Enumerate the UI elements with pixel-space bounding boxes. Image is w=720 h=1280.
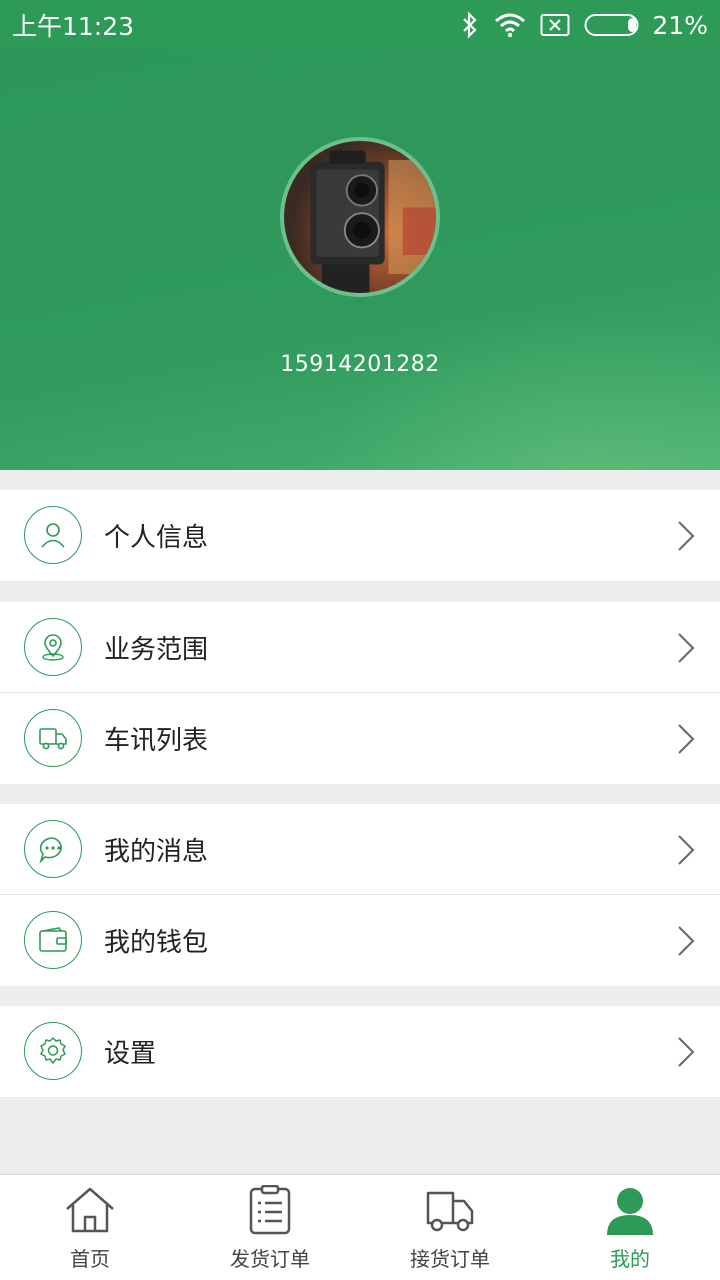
tab-label: 首页 [70,1247,110,1271]
chevron-right-icon [676,834,696,870]
chevron-right-icon [676,925,696,961]
tab-label: 接货订单 [410,1247,490,1271]
location-pin-icon [24,618,82,676]
profile-header: 15914201282 [0,50,720,470]
status-icons: 21% [460,11,708,40]
menu-item-vehicle-list[interactable]: 车讯列表 [0,693,720,784]
avatar[interactable] [280,137,440,297]
gear-icon [24,1022,82,1080]
menu-group-business: 业务范围 车讯列表 [0,602,720,784]
chevron-right-icon [676,632,696,668]
truck-icon [423,1185,477,1239]
tab-ship-orders[interactable]: 发货订单 [180,1175,360,1280]
bottom-tab-bar: 首页 发货订单 接货订单 我的 [0,1174,720,1280]
bluetooth-icon [460,11,480,39]
home-icon [63,1185,117,1239]
menu-item-business-scope[interactable]: 业务范围 [0,602,720,693]
menu-item-label: 业务范围 [104,634,209,665]
tab-home[interactable]: 首页 [0,1175,180,1280]
menu-item-personal-info[interactable]: 个人信息 [0,490,720,581]
clipboard-list-icon [243,1184,297,1239]
chevron-right-icon [676,723,696,759]
message-bubble-icon [24,820,82,878]
status-time: 上午11:23 [12,12,135,41]
tab-label: 我的 [610,1247,650,1271]
menu-group-settings: 设置 [0,1006,720,1097]
phone-number: 15914201282 [280,352,440,377]
menu-item-label: 个人信息 [104,523,209,553]
menu-item-label: 我的钱包 [104,928,209,958]
tab-mine[interactable]: 我的 [540,1175,720,1280]
status-bar: 上午11:23 21% [0,0,720,50]
menu-item-settings[interactable]: 设置 [0,1006,720,1097]
menu-item-label: 车讯列表 [104,726,209,756]
tab-label: 发货订单 [230,1247,310,1271]
wifi-icon [494,12,526,38]
chevron-right-icon [676,1036,696,1072]
user-filled-icon [603,1185,657,1239]
truck-icon [24,709,82,767]
menu-item-label: 我的消息 [104,836,209,867]
no-sim-icon [540,13,570,37]
user-icon [24,506,82,564]
menu-item-my-messages[interactable]: 我的消息 [0,804,720,895]
battery-icon [584,13,642,37]
menu-group-profile: 个人信息 [0,490,720,581]
tab-receive-orders[interactable]: 接货订单 [360,1175,540,1280]
wallet-icon [24,911,82,969]
menu-item-my-wallet[interactable]: 我的钱包 [0,895,720,986]
menu-group-account: 我的消息 我的钱包 [0,804,720,986]
chevron-right-icon [676,520,696,556]
battery-percent: 21% [652,10,708,40]
menu-item-label: 设置 [104,1039,157,1069]
